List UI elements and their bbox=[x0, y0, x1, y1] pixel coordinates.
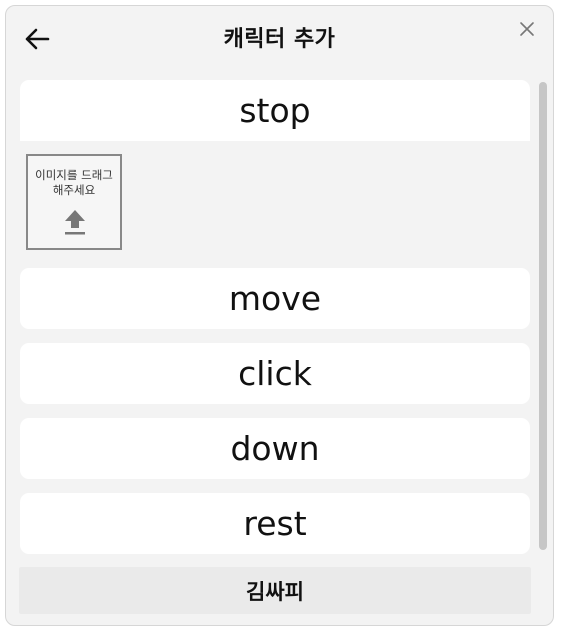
upload-icon bbox=[65, 210, 85, 235]
scrollbar[interactable] bbox=[539, 82, 547, 550]
character-name: 김싸피 bbox=[246, 579, 304, 604]
state-label: move bbox=[228, 279, 322, 318]
character-name-button[interactable]: 김싸피 bbox=[19, 567, 531, 614]
dropzone-text: 이미지를 드래그 해주세요 bbox=[28, 168, 120, 198]
state-card-move[interactable]: move bbox=[20, 268, 530, 329]
dialog-title: 캐릭터 추가 bbox=[223, 27, 336, 52]
add-character-dialog: 캐릭터 추가 stop 이미지를 드래그 해주세요 move click dow… bbox=[5, 5, 554, 626]
close-icon bbox=[520, 22, 534, 36]
dropzone-line-1: 이미지를 드래그 bbox=[35, 168, 113, 182]
state-label: down bbox=[230, 429, 320, 468]
state-card-stop[interactable]: stop bbox=[20, 80, 530, 141]
state-label: rest bbox=[243, 504, 307, 543]
image-dropzone[interactable]: 이미지를 드래그 해주세요 bbox=[26, 154, 122, 250]
state-list[interactable]: stop 이미지를 드래그 해주세요 move click down rest bbox=[19, 80, 531, 554]
close-button[interactable] bbox=[515, 17, 539, 41]
state-card-down[interactable]: down bbox=[20, 418, 530, 479]
state-card-rest[interactable]: rest bbox=[20, 493, 530, 554]
dropzone-line-2: 해주세요 bbox=[52, 183, 96, 197]
state-label: stop bbox=[239, 91, 311, 130]
dialog-header: 캐릭터 추가 bbox=[6, 6, 553, 68]
state-card-click[interactable]: click bbox=[20, 343, 530, 404]
state-label: click bbox=[238, 354, 312, 393]
